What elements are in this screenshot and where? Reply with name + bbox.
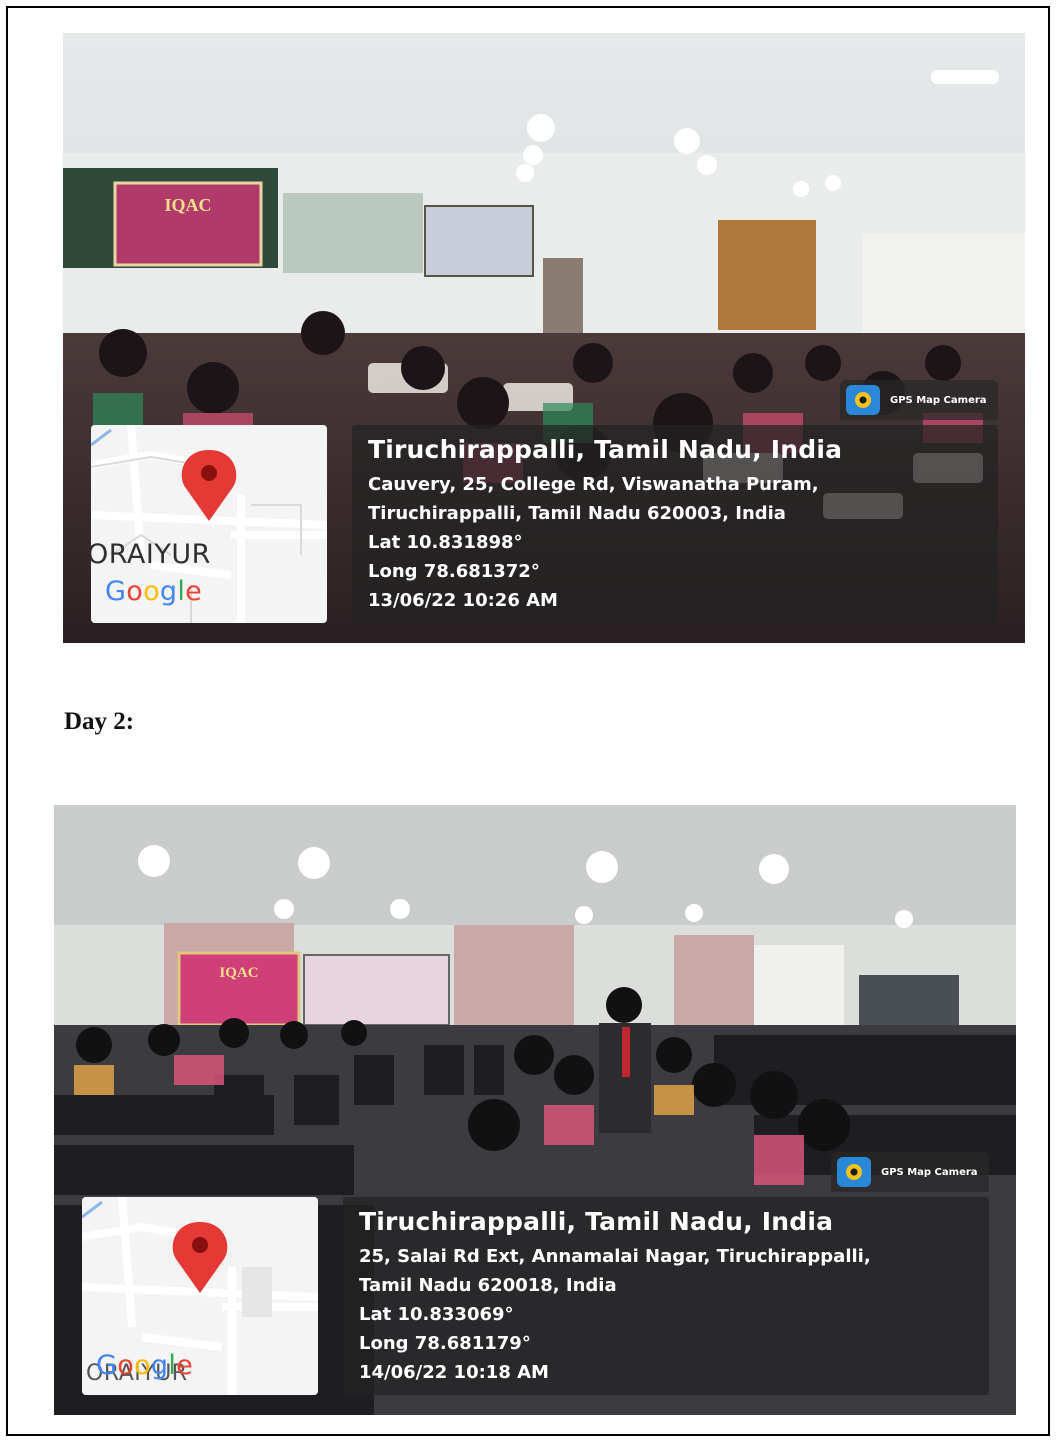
longitude: Long 78.681179° <box>359 1333 531 1354</box>
gps-map-camera-badge: GPS Map Camera <box>840 380 998 420</box>
address-line-1: Cauvery, 25, College Rd, Viswanatha Pura… <box>368 474 819 495</box>
gps-map-camera-badge: GPS Map Camera <box>831 1152 989 1192</box>
day-heading: Day 2: <box>64 708 135 735</box>
gps-badge-label: GPS Map Camera <box>890 394 987 406</box>
google-logo: Google <box>96 1350 194 1381</box>
longitude: Long 78.681372° <box>368 561 540 582</box>
geo-info-panel: Tiruchirappalli, Tamil Nadu, India Cauve… <box>352 425 998 623</box>
geo-info-panel: Tiruchirappalli, Tamil Nadu, India 25, S… <box>343 1197 989 1395</box>
address-line-2: Tiruchirappalli, Tamil Nadu 620003, Indi… <box>368 503 786 524</box>
gps-camera-icon <box>837 1157 871 1187</box>
map-place-name: ORAIYUR <box>91 539 211 570</box>
banner-title: IQAC <box>164 195 211 215</box>
map-thumbnail: ORAIYUR Google <box>91 425 327 623</box>
latitude: Lat 10.833069° <box>359 1304 514 1325</box>
gps-camera-icon <box>846 385 880 415</box>
photo-day2: IQAC GPS Map Camera ORAIYUR Google Tiruc… <box>54 805 1016 1415</box>
photo-day1: IQAC GPS Map Camera ORAIYUR Google Tiruc… <box>63 33 1025 643</box>
google-logo: Google <box>105 576 203 607</box>
city-line: Tiruchirappalli, Tamil Nadu, India <box>368 435 843 464</box>
address-line-2: Tamil Nadu 620018, India <box>359 1275 617 1296</box>
gps-badge-label: GPS Map Camera <box>881 1166 978 1178</box>
banner-title: IQAC <box>219 965 258 981</box>
address-line-1: 25, Salai Rd Ext, Annamalai Nagar, Tiruc… <box>359 1246 871 1267</box>
latitude: Lat 10.831898° <box>368 532 523 553</box>
city-line: Tiruchirappalli, Tamil Nadu, India <box>359 1207 834 1236</box>
timestamp: 13/06/22 10:26 AM <box>368 590 558 611</box>
timestamp: 14/06/22 10:18 AM <box>359 1362 549 1383</box>
map-thumbnail: ORAIYUR Google <box>82 1197 318 1395</box>
